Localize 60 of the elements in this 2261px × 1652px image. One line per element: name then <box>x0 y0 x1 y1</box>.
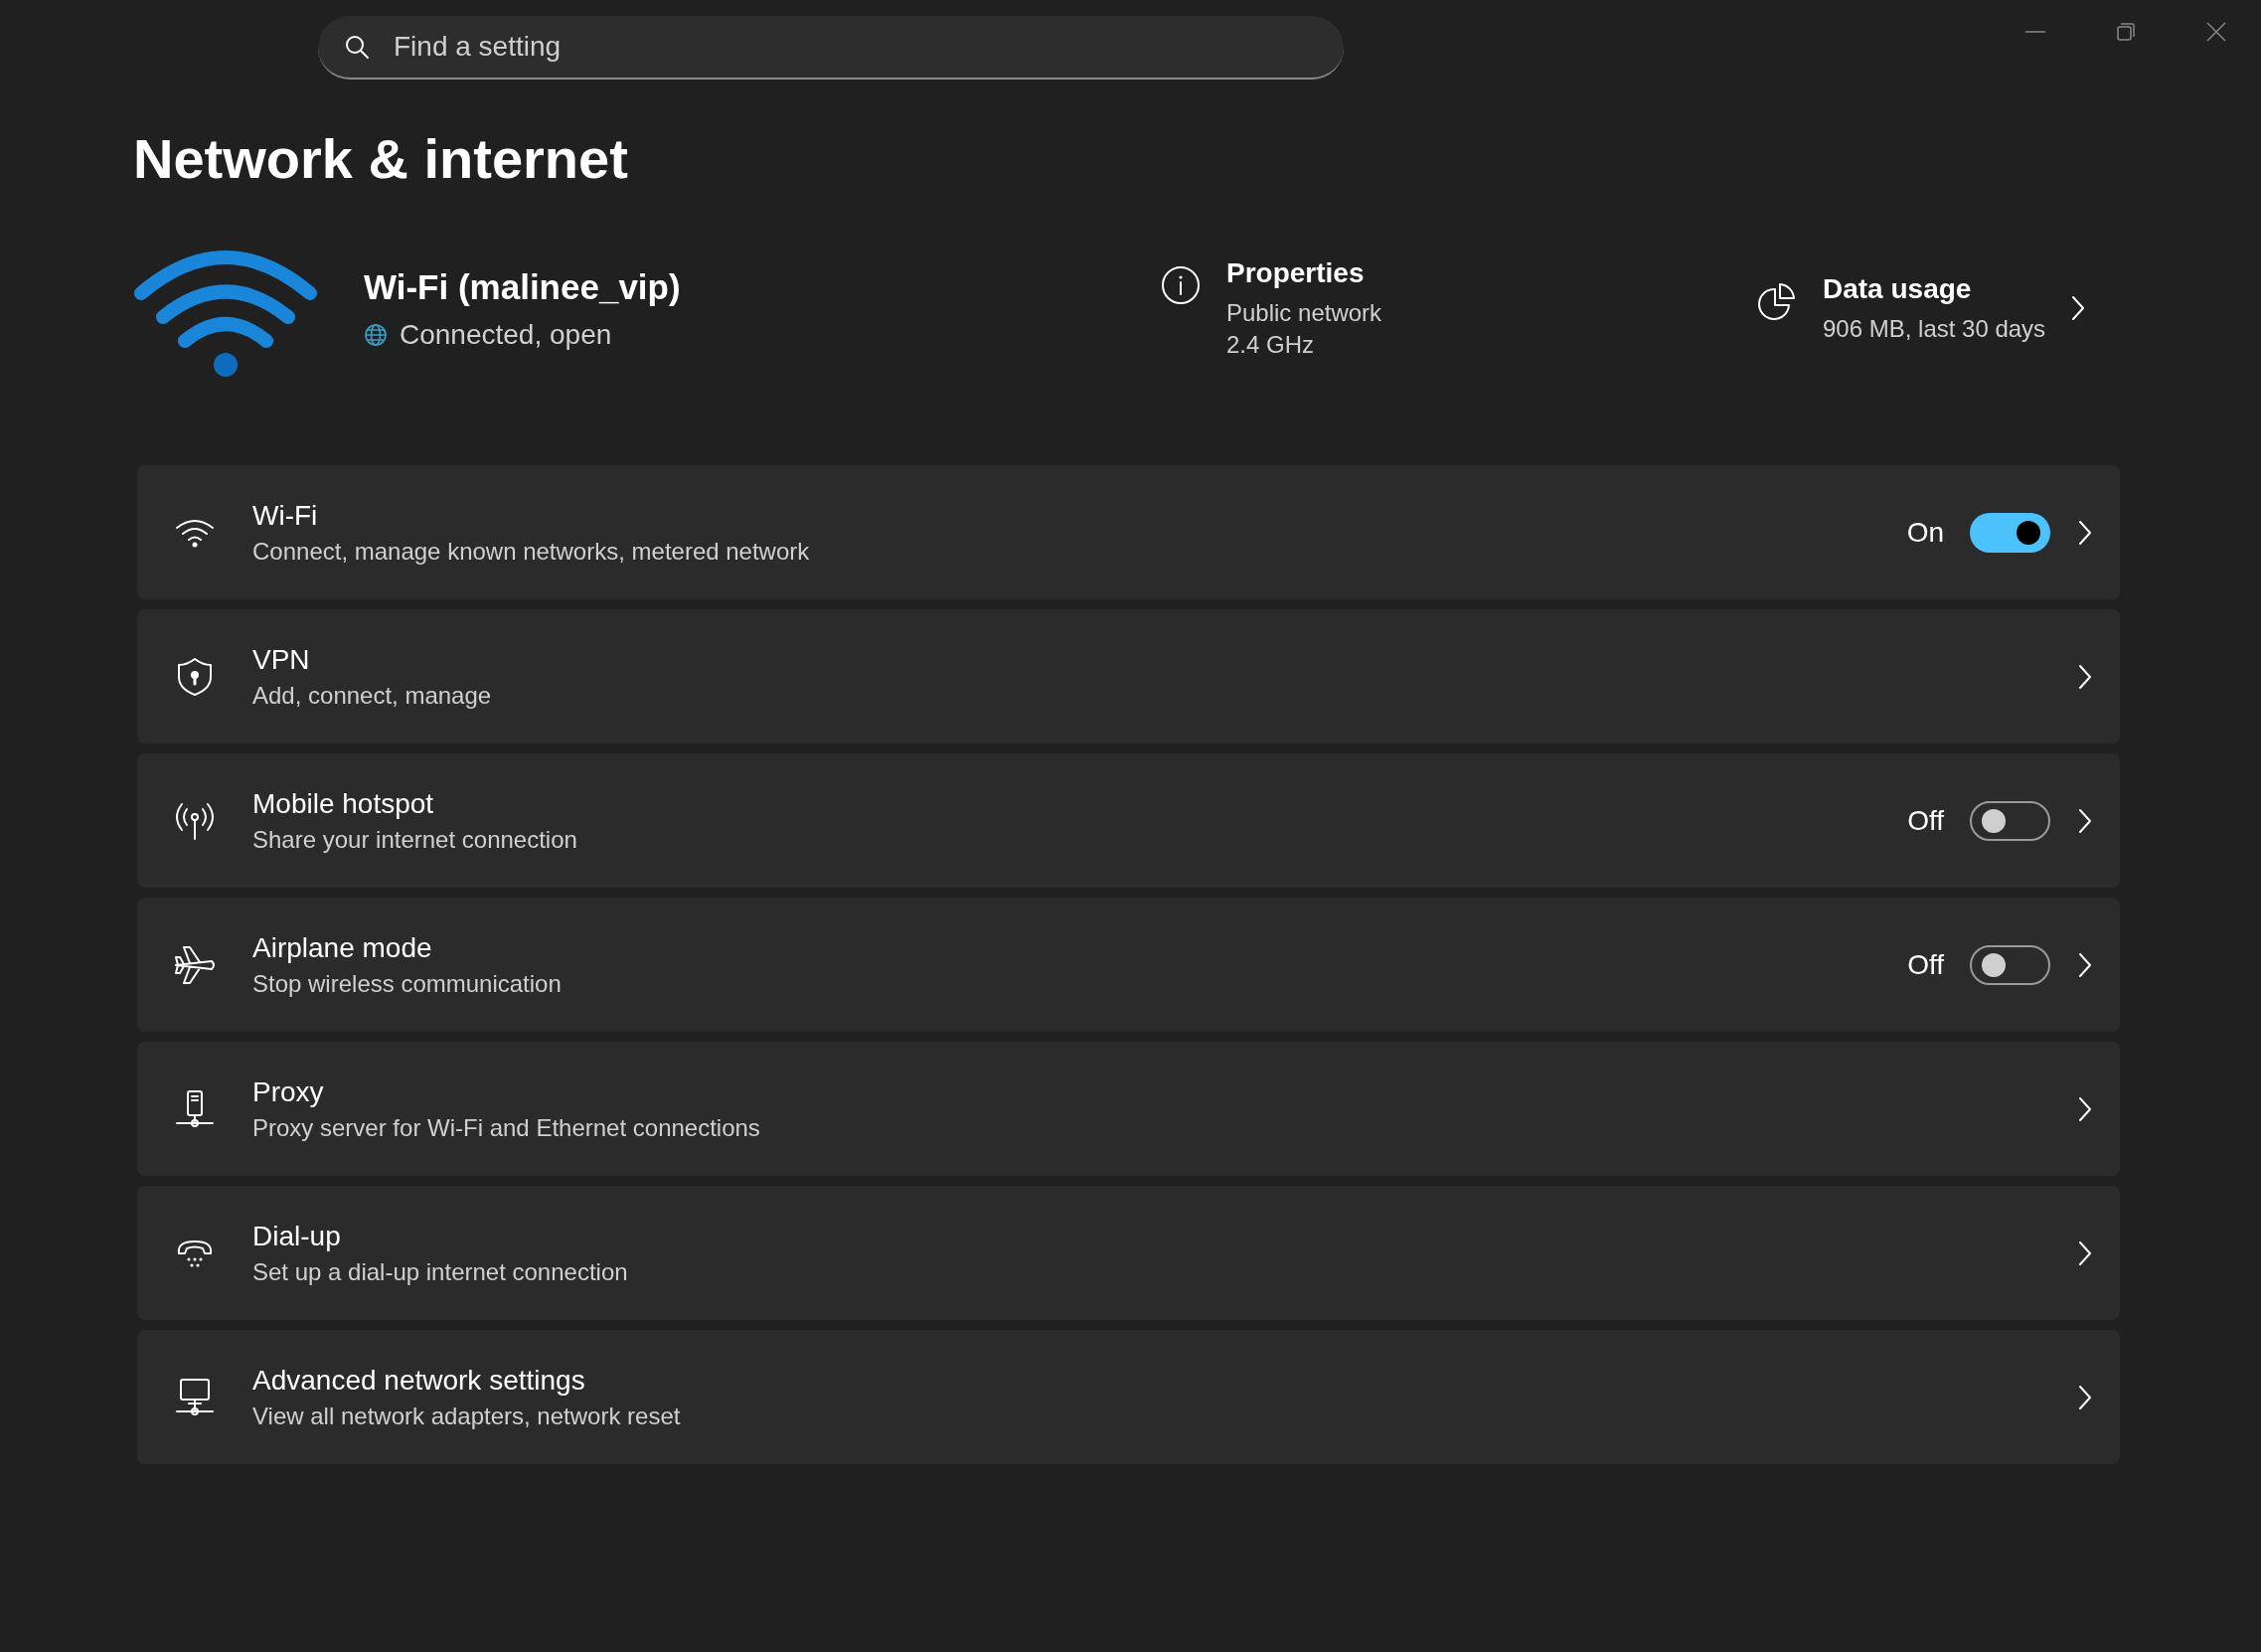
property-value: Public network <box>1226 298 1382 328</box>
toggle-switch[interactable] <box>1970 944 2050 985</box>
properties-title: Properties <box>1226 257 1366 289</box>
computer-network-icon <box>175 1377 215 1417</box>
data-usage-detail: 906 MB, last 30 days <box>1823 314 2046 344</box>
setting-description: Stop wireless communication <box>252 969 563 998</box>
wifi-icon <box>175 517 215 548</box>
settings-card[interactable]: Dial-up Set up a dial-up internet connection <box>137 1186 2120 1320</box>
pie-chart-icon <box>1757 281 1797 321</box>
setting-title: Mobile hotspot <box>252 787 435 820</box>
toggle-switch[interactable] <box>1970 512 2050 553</box>
setting-title: Airplane mode <box>252 931 433 964</box>
network-name: Wi-Fi (malinee_vip) <box>364 267 681 307</box>
minimize-icon[interactable] <box>2024 31 2045 33</box>
restore-icon[interactable] <box>2115 22 2136 42</box>
chevron-right-icon <box>2078 663 2092 690</box>
setting-title: VPN <box>252 643 311 676</box>
close-icon[interactable] <box>2205 22 2226 42</box>
airplane-icon <box>174 944 216 985</box>
search-bar[interactable]: Find a setting <box>318 16 1344 80</box>
setting-title: Advanced network settings <box>252 1364 586 1397</box>
toggle-state-label: Off <box>1907 948 1944 981</box>
property-value: 2.4 GHz <box>1226 330 1316 360</box>
chevron-right-icon <box>2071 295 2086 321</box>
setting-description: Add, connect, manage <box>252 681 493 710</box>
properties-link[interactable]: Properties Public network 2.4 GHz <box>1161 257 1757 361</box>
data-usage-link[interactable]: Data usage 906 MB, last 30 days <box>1757 273 2120 345</box>
setting-description: Proxy server for Wi-Fi and Ethernet connections <box>252 1113 761 1142</box>
settings-card[interactable]: Mobile hotspot Share your internet connection Off <box>137 753 2120 888</box>
page-title: Network & internet <box>133 126 629 192</box>
settings-card[interactable]: Airplane mode Stop wireless communication Off <box>137 898 2120 1032</box>
setting-title: Dial-up <box>252 1220 342 1252</box>
setting-description: View all network adapters, network reset <box>252 1402 682 1430</box>
hotspot-icon <box>175 800 215 841</box>
toggle-state-label: Off <box>1907 804 1944 837</box>
setting-title: Wi-Fi <box>252 499 319 532</box>
info-icon <box>1161 265 1201 305</box>
setting-description: Set up a dial-up internet connection <box>252 1257 629 1286</box>
setting-title: Proxy <box>252 1075 325 1108</box>
chevron-right-icon <box>2078 1239 2092 1266</box>
data-usage-title: Data usage <box>1823 273 1973 305</box>
connection-status: Connected, open <box>400 319 612 351</box>
chevron-right-icon <box>2078 1384 2092 1410</box>
setting-description: Share your internet connection <box>252 825 578 854</box>
globe-icon <box>364 323 388 347</box>
proxy-server-icon <box>175 1088 215 1129</box>
setting-description: Connect, manage known networks, metered network <box>252 537 811 566</box>
settings-card[interactable]: VPN Add, connect, manage <box>137 609 2120 743</box>
search-field[interactable]: Find a setting <box>392 30 1318 64</box>
settings-card[interactable]: Proxy Proxy server for Wi-Fi and Ethernet connections <box>137 1042 2120 1176</box>
toggle-state-label: On <box>1906 516 1944 549</box>
shield-icon <box>177 656 213 697</box>
search-icon <box>344 34 370 60</box>
toggle-switch[interactable] <box>1970 800 2050 841</box>
chevron-right-icon <box>2078 1095 2092 1122</box>
chevron-right-icon <box>2078 951 2092 978</box>
chevron-right-icon <box>2078 807 2092 834</box>
settings-card[interactable]: Advanced network settings View all network adapters, network reset <box>137 1330 2120 1464</box>
settings-card[interactable]: Wi-Fi Connect, manage known networks, metered network On <box>137 465 2120 599</box>
chevron-right-icon <box>2078 519 2092 546</box>
